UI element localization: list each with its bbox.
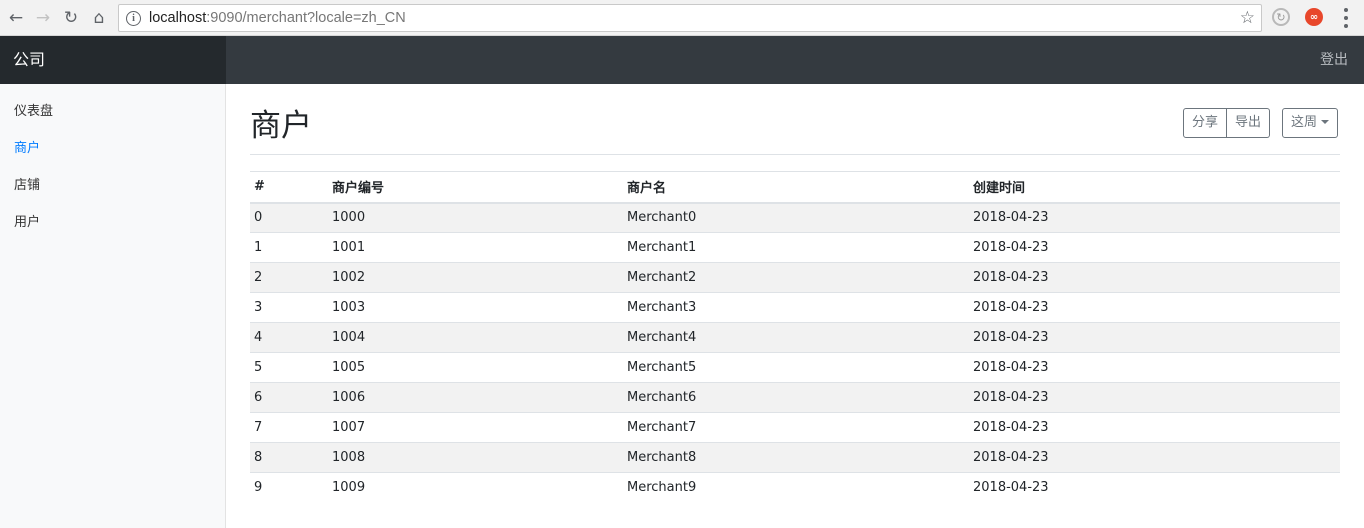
table-row: 3 1003 Merchant3 2018-04-23 xyxy=(250,292,1340,323)
back-icon[interactable]: ← xyxy=(5,7,27,29)
cell-merchant-name: Merchant9 xyxy=(623,472,969,503)
cell-created-at: 2018-04-23 xyxy=(969,472,1340,503)
cell-merchant-name: Merchant6 xyxy=(623,382,969,413)
cell-created-at: 2018-04-23 xyxy=(969,292,1340,323)
sidebar: 仪表盘 商户 店铺 用户 xyxy=(0,84,226,528)
table-row: 7 1007 Merchant7 2018-04-23 xyxy=(250,412,1340,443)
cell-merchant-id: 1008 xyxy=(328,442,623,473)
cell-merchant-id: 1003 xyxy=(328,292,623,323)
column-header-merchant-name: 商户名 xyxy=(623,171,969,204)
address-bar[interactable]: i localhost:9090/merchant?locale=zh_CN ☆ xyxy=(118,4,1262,32)
top-navbar: 公司 登出 xyxy=(0,36,1364,84)
cell-created-at: 2018-04-23 xyxy=(969,322,1340,353)
cell-merchant-id: 1006 xyxy=(328,382,623,413)
signout-link[interactable]: 登出 xyxy=(1320,36,1348,84)
browser-menu-icon[interactable] xyxy=(1343,8,1349,28)
extension-infinity-icon[interactable]: ∞ xyxy=(1305,8,1323,26)
table-row: 0 1000 Merchant0 2018-04-23 xyxy=(250,202,1340,233)
cell-merchant-id: 1009 xyxy=(328,472,623,503)
cell-created-at: 2018-04-23 xyxy=(969,202,1340,233)
cell-merchant-id: 1000 xyxy=(328,202,623,233)
cell-merchant-id: 1002 xyxy=(328,262,623,293)
period-dropdown-group: 这周 xyxy=(1282,108,1339,138)
cell-merchant-id: 1007 xyxy=(328,412,623,443)
sidebar-item-merchants[interactable]: 商户 xyxy=(0,130,225,167)
table-row: 5 1005 Merchant5 2018-04-23 xyxy=(250,352,1340,383)
column-header-created-at: 创建时间 xyxy=(969,171,1340,204)
caret-down-icon xyxy=(1321,120,1330,124)
cell-index: 8 xyxy=(250,442,328,473)
cell-merchant-name: Merchant2 xyxy=(623,262,969,293)
table-row: 4 1004 Merchant4 2018-04-23 xyxy=(250,322,1340,353)
table-header-row: # 商户编号 商户名 创建时间 xyxy=(250,171,1340,204)
share-export-group: 分享 导出 xyxy=(1183,108,1271,138)
reload-icon[interactable]: ↻ xyxy=(60,7,82,29)
url-host: localhost xyxy=(149,10,207,26)
url-text[interactable]: localhost:9090/merchant?locale=zh_CN xyxy=(149,10,406,26)
divider xyxy=(250,154,1340,155)
cell-index: 5 xyxy=(250,352,328,383)
home-icon[interactable]: ⌂ xyxy=(88,7,110,29)
sidebar-item-dashboard[interactable]: 仪表盘 xyxy=(0,93,225,130)
url-path: :9090/merchant?locale=zh_CN xyxy=(206,10,406,26)
column-header-merchant-id: 商户编号 xyxy=(328,171,623,204)
export-button[interactable]: 导出 xyxy=(1227,108,1271,138)
cell-created-at: 2018-04-23 xyxy=(969,382,1340,413)
cell-index: 9 xyxy=(250,472,328,503)
cell-merchant-name: Merchant1 xyxy=(623,232,969,263)
forward-icon[interactable]: → xyxy=(32,7,54,29)
merchant-table: # 商户编号 商户名 创建时间 0 1000 Merchant0 2018-04-23… xyxy=(250,171,1340,503)
table-row: 9 1009 Merchant9 2018-04-23 xyxy=(250,472,1340,503)
cell-merchant-id: 1005 xyxy=(328,352,623,383)
sidebar-item-stores[interactable]: 店铺 xyxy=(0,167,225,204)
cell-index: 1 xyxy=(250,232,328,263)
cell-merchant-name: Merchant5 xyxy=(623,352,969,383)
cell-index: 6 xyxy=(250,382,328,413)
browser-toolbar: ← → ↻ ⌂ i localhost:9090/merchant?locale… xyxy=(0,0,1364,36)
table-row: 6 1006 Merchant6 2018-04-23 xyxy=(250,382,1340,413)
cell-index: 4 xyxy=(250,322,328,353)
cell-merchant-name: Merchant0 xyxy=(623,202,969,233)
sidebar-item-users[interactable]: 用户 xyxy=(0,204,225,241)
cell-created-at: 2018-04-23 xyxy=(969,352,1340,383)
cell-merchant-id: 1001 xyxy=(328,232,623,263)
period-label: 这周 xyxy=(1291,115,1318,130)
column-header-index: # xyxy=(250,171,328,204)
cell-index: 2 xyxy=(250,262,328,293)
table-row: 8 1008 Merchant8 2018-04-23 xyxy=(250,442,1340,473)
cell-created-at: 2018-04-23 xyxy=(969,412,1340,443)
table-row: 2 1002 Merchant2 2018-04-23 xyxy=(250,262,1340,293)
cell-index: 7 xyxy=(250,412,328,443)
share-button[interactable]: 分享 xyxy=(1183,108,1228,138)
cell-merchant-name: Merchant4 xyxy=(623,322,969,353)
brand-logo[interactable]: 公司 xyxy=(0,36,226,84)
cell-created-at: 2018-04-23 xyxy=(969,232,1340,263)
cell-merchant-name: Merchant3 xyxy=(623,292,969,323)
cell-created-at: 2018-04-23 xyxy=(969,262,1340,293)
cell-index: 3 xyxy=(250,292,328,323)
extension-sync-icon[interactable]: ↻ xyxy=(1272,8,1290,26)
cell-merchant-name: Merchant7 xyxy=(623,412,969,443)
cell-merchant-id: 1004 xyxy=(328,322,623,353)
period-dropdown-button[interactable]: 这周 xyxy=(1282,108,1339,138)
cell-created-at: 2018-04-23 xyxy=(969,442,1340,473)
page-title: 商户 xyxy=(250,108,312,144)
table-row: 1 1001 Merchant1 2018-04-23 xyxy=(250,232,1340,263)
cell-index: 0 xyxy=(250,202,328,233)
bookmark-star-icon[interactable]: ☆ xyxy=(1240,8,1255,28)
info-icon[interactable]: i xyxy=(126,10,141,26)
cell-merchant-name: Merchant8 xyxy=(623,442,969,473)
